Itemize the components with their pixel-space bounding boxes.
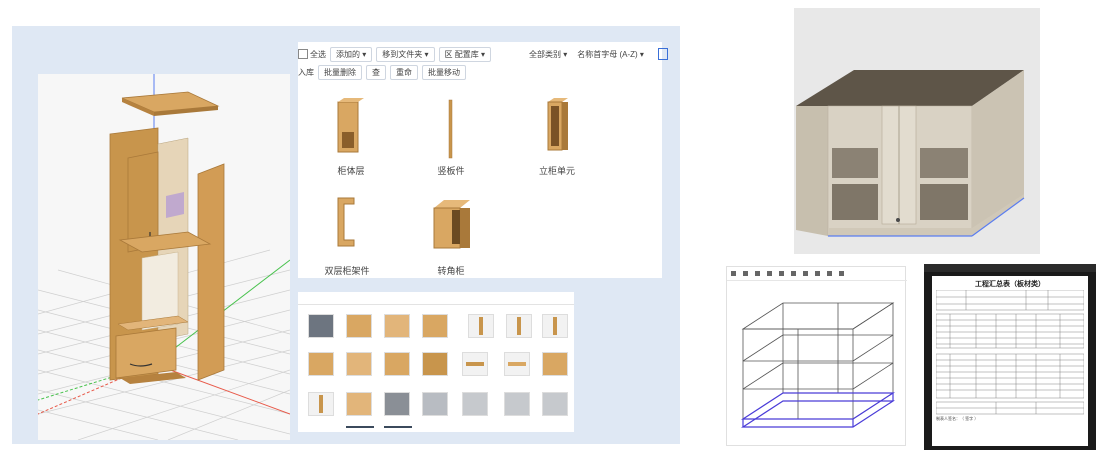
select-all-label: 全选 — [310, 49, 326, 59]
cabinet-render-view[interactable] — [794, 8, 1040, 254]
drawer[interactable] — [115, 327, 177, 379]
category-filter-label: 全部类别 — [528, 49, 561, 59]
thumbnail[interactable] — [308, 392, 334, 416]
left-lower-opening — [832, 184, 878, 220]
report-tables — [936, 290, 1084, 415]
config-library-label: 区 配置库 — [444, 49, 479, 59]
right-door[interactable] — [197, 163, 225, 381]
batch-move-button[interactable]: 批量移动 — [422, 64, 466, 80]
3d-viewport[interactable] — [38, 74, 290, 440]
add-folder-button[interactable]: 添加的 ▾ — [330, 46, 373, 62]
wireframe-view-window[interactable] — [726, 266, 907, 446]
wireframe-base — [740, 392, 896, 428]
tool-icon[interactable] — [731, 271, 736, 276]
thumbnail[interactable] — [384, 392, 410, 416]
report-title: 工程汇总表（板材类） — [975, 281, 1045, 288]
view-toggle-icon[interactable] — [657, 48, 668, 60]
thumbnail[interactable] — [422, 392, 448, 416]
selection-underline — [384, 426, 412, 428]
tool-icon[interactable] — [755, 271, 760, 276]
sort-label: 名称首字母 (A-Z) — [577, 49, 638, 59]
tool-icon[interactable] — [779, 271, 784, 276]
thumbnail[interactable] — [504, 352, 530, 376]
checkbox-icon — [298, 49, 308, 60]
tall-cabinet-icon[interactable] — [542, 98, 572, 158]
tool-icon[interactable] — [815, 271, 820, 276]
item-label-4: 转角柜 — [437, 266, 465, 276]
thumbnail[interactable] — [422, 314, 448, 338]
tool-icon[interactable] — [827, 271, 832, 276]
thumbnail[interactable] — [542, 352, 568, 376]
thumbnail[interactable] — [542, 392, 568, 416]
item-label-2: 立柜单元 — [538, 166, 575, 176]
thumbnail[interactable] — [384, 352, 410, 376]
report-window[interactable]: 工程汇总表（板材类） 制表人签名：（ 签字 ） — [924, 264, 1096, 450]
handle-dot — [896, 218, 900, 222]
open-shelf-cabinet-icon[interactable] — [334, 98, 364, 158]
selection-underline — [346, 426, 374, 428]
batch-delete-button[interactable]: 批量删除 — [318, 64, 362, 80]
wireframe-toolbar — [727, 267, 907, 281]
move-to-folder-label: 移到文件夹 — [382, 49, 423, 59]
right-shelf-opening — [920, 148, 968, 180]
mini-toolbar — [298, 292, 574, 305]
sideboard-cabinet-render — [796, 70, 1025, 237]
report-footer: 制表人签名：（ 签字 ） — [936, 416, 979, 421]
tool-icon[interactable] — [767, 271, 772, 276]
import-button[interactable]: 入库 — [298, 67, 314, 78]
thumbnail[interactable] — [542, 314, 568, 338]
tool-icon[interactable] — [839, 271, 844, 276]
thumbnail[interactable] — [346, 392, 372, 416]
item-label-3: 双层柜架件 — [324, 266, 370, 276]
category-filter-dropdown[interactable]: 全部类别 ▾ — [529, 49, 567, 60]
item-label-1: 竖板件 — [437, 166, 465, 176]
thumbnail[interactable] — [462, 392, 488, 416]
move-to-folder-button[interactable]: 移到文件夹 ▾ — [376, 46, 435, 62]
thumbnail[interactable] — [346, 352, 372, 376]
corner-cabinet-icon[interactable] — [430, 198, 474, 252]
thumbnail[interactable] — [308, 314, 334, 338]
left-shelf-opening — [832, 148, 878, 180]
toolbar-row-2: 入库 批量删除 查 重命 批量移动 — [298, 64, 466, 80]
add-folder-label: 添加的 — [336, 49, 360, 59]
item-label-0: 柜体层 — [337, 166, 365, 176]
tool-icon[interactable] — [803, 271, 808, 276]
tool-icon[interactable] — [743, 271, 748, 276]
exploded-wardrobe-render — [38, 74, 290, 440]
thumbnail[interactable] — [422, 352, 448, 376]
wireframe-cabinet — [740, 302, 896, 428]
thumbnail[interactable] — [384, 314, 410, 338]
thumbnail[interactable] — [506, 314, 532, 338]
report-sheet: 工程汇总表（板材类） 制表人签名：（ 签字 ） — [932, 276, 1088, 446]
selected-part-highlight — [166, 192, 184, 218]
thumbnail-grid — [298, 292, 574, 432]
rename-button[interactable]: 重命 — [390, 64, 418, 80]
config-library-button[interactable]: 区 配置库 ▾ — [438, 46, 491, 62]
report-titlebar — [924, 264, 1096, 272]
sort-dropdown[interactable]: 名称首字母 (A-Z) ▾ — [577, 49, 644, 60]
component-library-panel: 全选 添加的 ▾ 移到文件夹 ▾ 区 配置库 ▾ 全部类别 ▾ 名称首字母 (A… — [298, 42, 668, 278]
thumbnail[interactable] — [462, 352, 488, 376]
select-all-checkbox[interactable]: 全选 — [298, 49, 326, 60]
vertical-panel-icon[interactable] — [446, 98, 456, 162]
cabinet-side — [796, 106, 828, 236]
thumbnail[interactable] — [346, 314, 372, 338]
tool-icon[interactable] — [791, 271, 796, 276]
right-lower-opening — [920, 184, 968, 220]
thumbnail[interactable] — [468, 314, 494, 338]
c-frame-icon[interactable] — [332, 196, 362, 252]
toolbar-row-1: 全选 添加的 ▾ 移到文件夹 ▾ 区 配置库 ▾ 全部类别 ▾ 名称首字母 (A… — [298, 46, 668, 62]
thumbnail[interactable] — [504, 392, 530, 416]
thumbnail[interactable] — [308, 352, 334, 376]
view-button[interactable]: 查 — [366, 64, 386, 80]
